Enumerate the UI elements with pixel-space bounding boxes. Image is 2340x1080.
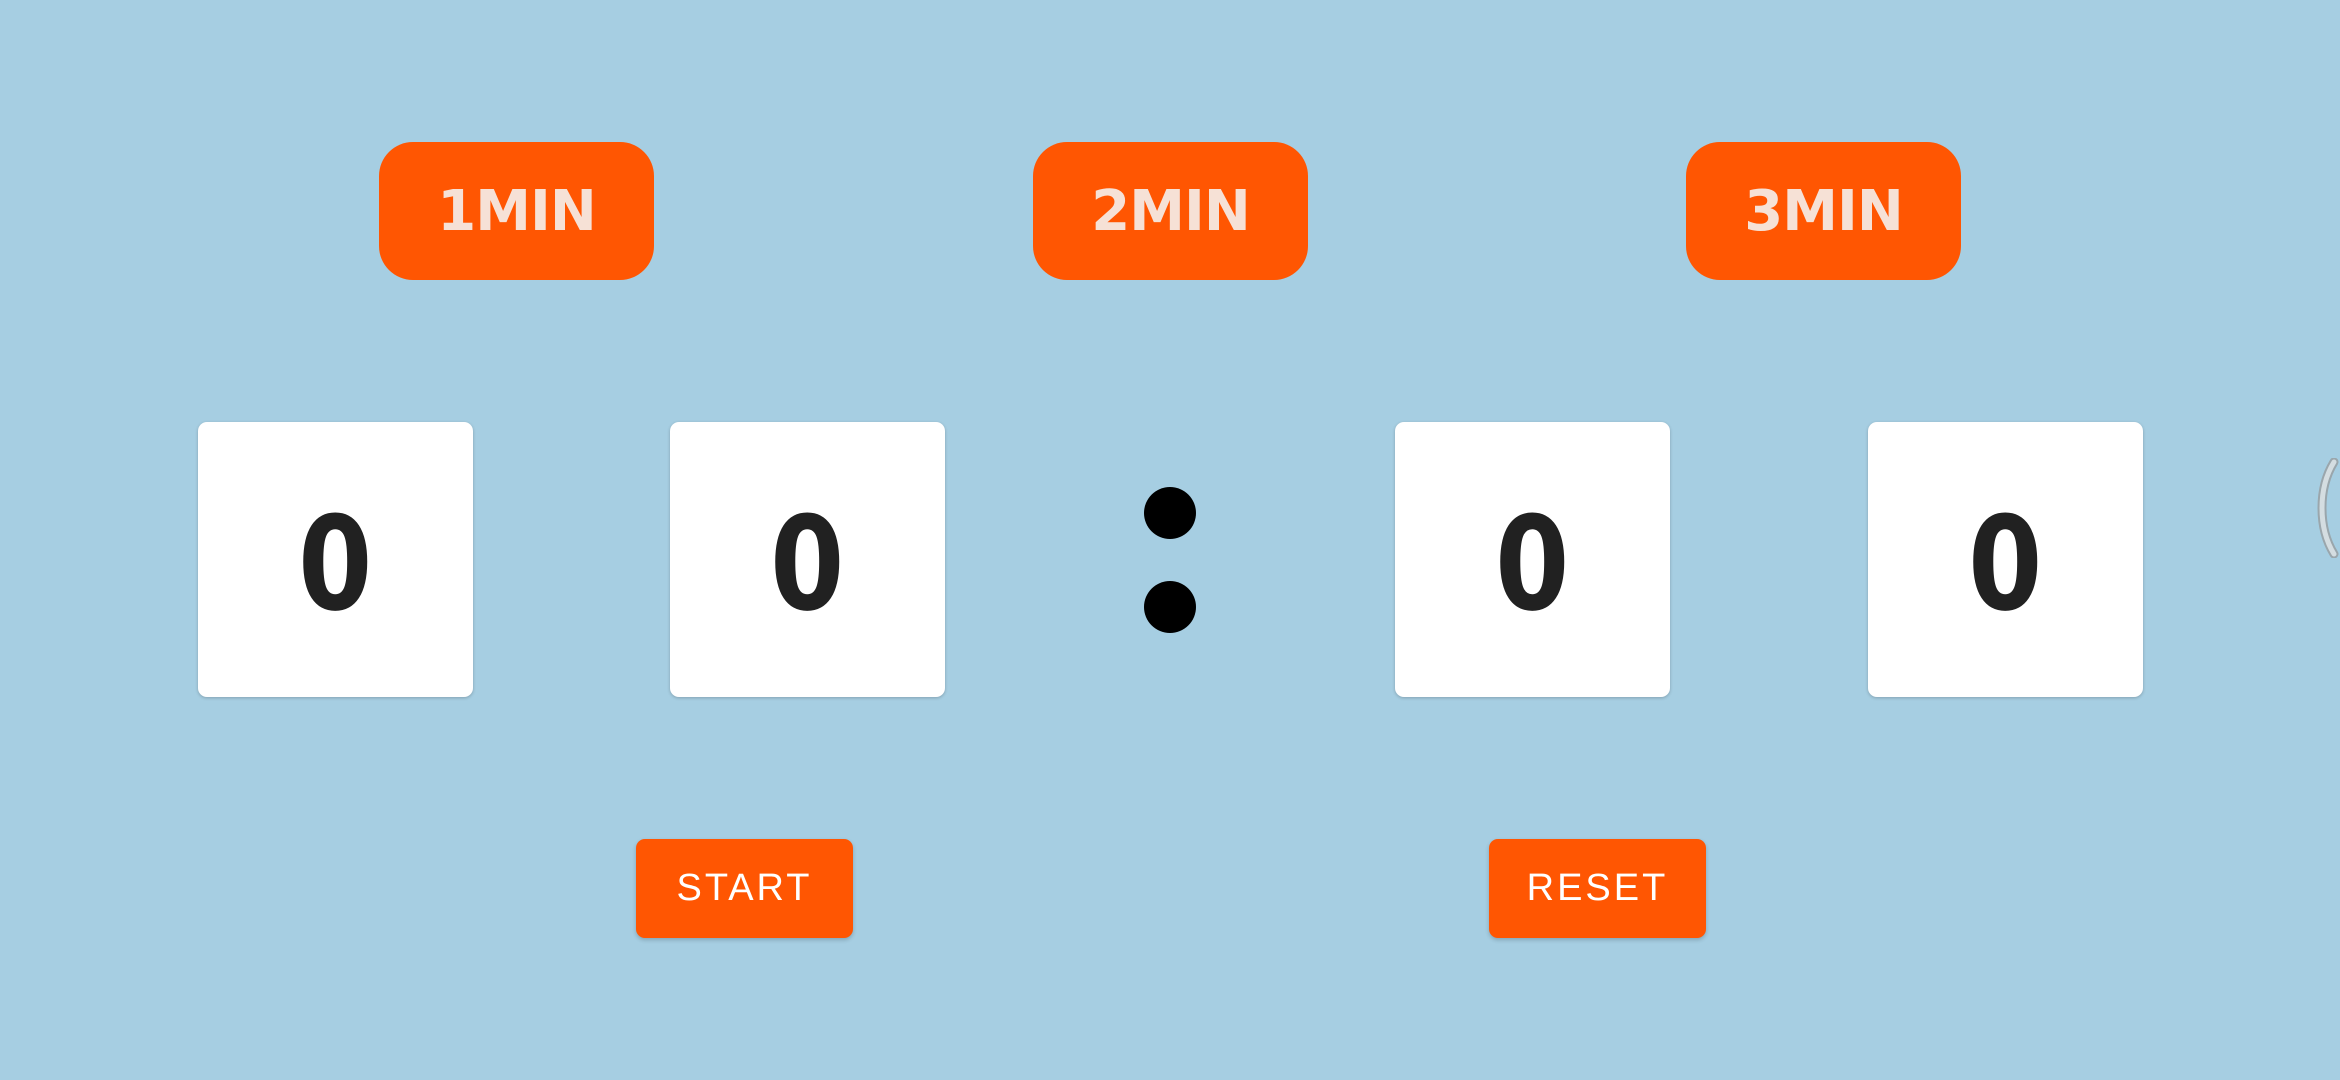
- colon-separator-top: [1144, 487, 1196, 539]
- seconds-tens-digit: 0: [1395, 422, 1670, 697]
- reset-button[interactable]: RESET: [1489, 839, 1706, 938]
- digit-text: 0: [298, 487, 373, 640]
- colon-separator-bottom: [1144, 581, 1196, 633]
- start-button[interactable]: START: [636, 839, 853, 938]
- minutes-tens-digit: 0: [198, 422, 473, 697]
- minutes-ones-digit: 0: [670, 422, 945, 697]
- digit-text: 0: [1495, 487, 1570, 640]
- preset-2min-button[interactable]: 2MIN: [1033, 142, 1308, 280]
- seconds-ones-digit: 0: [1868, 422, 2143, 697]
- preset-3min-button[interactable]: 3MIN: [1686, 142, 1961, 280]
- preset-1min-button[interactable]: 1MIN: [379, 142, 654, 280]
- digit-text: 0: [770, 487, 845, 640]
- edge-swipe-handle-icon[interactable]: [2310, 457, 2340, 559]
- digit-text: 0: [1968, 487, 2043, 640]
